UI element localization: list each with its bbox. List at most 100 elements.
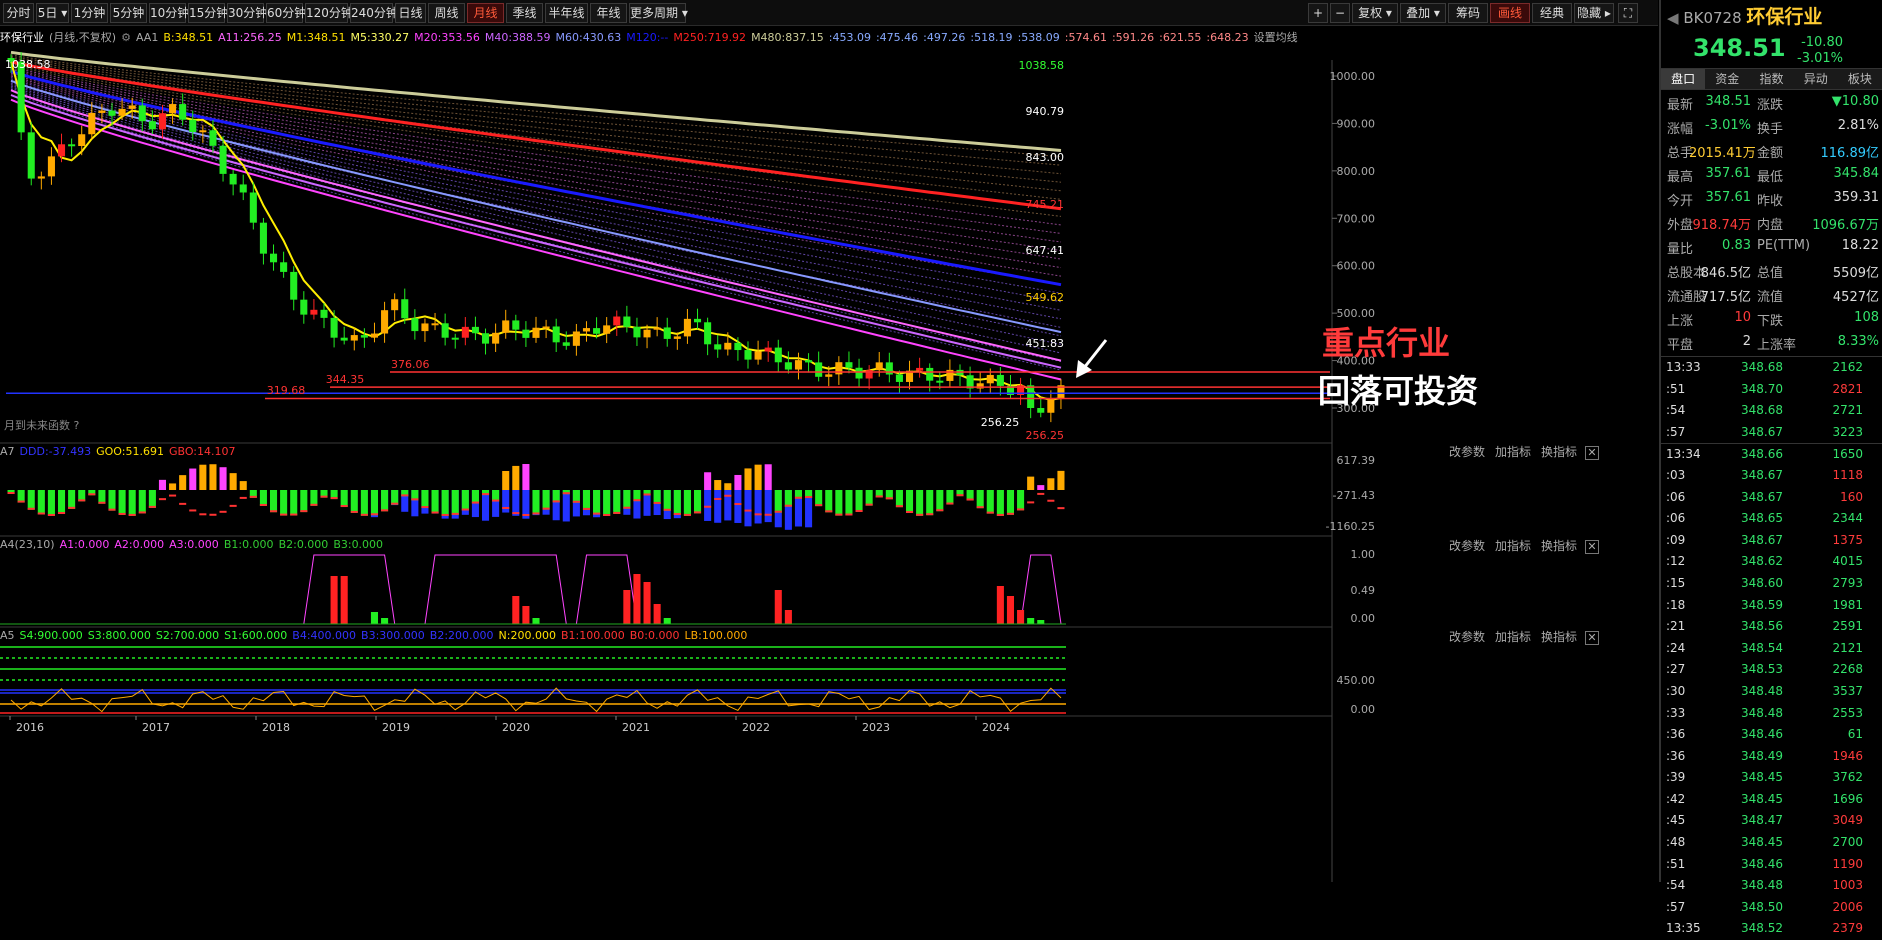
a4-legend: A4(23,10) A1:0.000 A2:0.000 A3:0.000 B1:0.00… <box>0 538 393 551</box>
a7-bar <box>996 513 1004 516</box>
period-button-9[interactable]: 240分钟 <box>350 3 398 23</box>
period-button-13[interactable]: 季线 <box>506 3 543 23</box>
period-button-14[interactable]: 半年线 <box>545 3 588 23</box>
quote-value: 2 <box>1742 334 1751 349</box>
period-button-15[interactable]: 年线 <box>590 3 627 23</box>
toolbar-button-3[interactable]: 画线 <box>1490 3 1530 23</box>
tick-time: 13:35 <box>1666 921 1701 936</box>
candle-body <box>57 144 66 157</box>
period-button-6[interactable]: 30分钟 <box>227 3 267 23</box>
legend-indicator[interactable]: AA1 <box>136 31 158 44</box>
a4-params-button[interactable]: 改参数 <box>1449 539 1485 553</box>
panel-tab-4[interactable]: 板块 <box>1838 69 1882 89</box>
quote-value: 2015.41万 <box>1689 146 1756 161</box>
panel-tab-2[interactable]: 指数 <box>1749 69 1793 89</box>
candle-body <box>209 130 217 146</box>
a7-swap-button[interactable]: 换指标 <box>1541 445 1577 459</box>
period-button-2[interactable]: 1分钟 <box>71 3 108 23</box>
a7-bar <box>734 474 742 490</box>
zoom-in-icon[interactable]: + <box>1308 3 1328 23</box>
tick-price: 348.67 <box>1741 489 1783 504</box>
period-button-5[interactable]: 15分钟 <box>188 3 228 23</box>
period-button-3[interactable]: 5分钟 <box>110 3 147 23</box>
a7-bar <box>37 490 45 515</box>
legend-gear-icon[interactable]: ⚙ <box>121 31 131 44</box>
period-button-8[interactable]: 120分钟 <box>305 3 353 23</box>
a4-add-button[interactable]: 加指标 <box>1495 539 1531 553</box>
toolbar-button-2[interactable]: 筹码 <box>1448 3 1488 23</box>
period-button-4[interactable]: 10分钟 <box>149 3 189 23</box>
a7-bar <box>976 490 984 509</box>
a7-params-button[interactable]: 改参数 <box>1449 445 1485 459</box>
a4-swap-button[interactable]: 换指标 <box>1541 539 1577 553</box>
period-button-12[interactable]: 月线 <box>467 3 504 23</box>
quote-value: 348.51 <box>1705 94 1752 109</box>
a7-bar <box>118 490 126 515</box>
a7-add-button[interactable]: 加指标 <box>1495 445 1531 459</box>
period-button-7[interactable]: 60分钟 <box>266 3 306 23</box>
candle-body <box>502 320 510 333</box>
quote-row: 量比 0.83 PE(TTM) 18.22 <box>1661 234 1882 258</box>
y-tick-label: 1000.00 <box>1330 70 1376 83</box>
a7-bar <box>693 511 702 514</box>
a4-controls: 改参数 加指标 换指标 ✕ <box>1439 537 1599 554</box>
tick-time: :33 <box>1666 705 1686 720</box>
toolbar-button-4[interactable]: 经典 <box>1532 3 1572 23</box>
a5-swap-button[interactable]: 换指标 <box>1541 630 1577 644</box>
period-button-10[interactable]: 日线 <box>395 3 426 23</box>
prev-arrow-icon[interactable]: ◀ <box>1667 9 1679 27</box>
a5-close-icon[interactable]: ✕ <box>1585 631 1599 645</box>
candle-body <box>693 318 702 323</box>
a4-y-label: 1.00 <box>1351 548 1376 561</box>
candle-body <box>774 347 782 363</box>
y-tick-label: 600.00 <box>1337 260 1376 273</box>
fullscreen-icon[interactable]: ⛶ <box>1618 3 1638 23</box>
tick-row: :51 348.70 2821 <box>1661 379 1882 401</box>
candle-body <box>17 61 25 133</box>
y-tick-label: 900.00 <box>1337 117 1376 130</box>
panel-tab-0[interactable]: 盘口 <box>1661 69 1706 89</box>
a7-bar <box>47 490 55 516</box>
tick-price: 348.54 <box>1741 640 1783 655</box>
candle-body <box>986 374 994 384</box>
tick-row: :27 348.53 2268 <box>1661 659 1882 681</box>
a4-close-icon[interactable]: ✕ <box>1585 540 1599 554</box>
a7-bar <box>774 510 782 513</box>
period-button-0[interactable]: 分时 <box>3 3 34 23</box>
toolbar-button-1[interactable]: 叠加 ▾ <box>1400 3 1446 23</box>
panel-tab-1[interactable]: 资金 <box>1705 69 1749 89</box>
candle-body <box>815 362 823 377</box>
zoom-out-icon[interactable]: − <box>1330 3 1350 23</box>
toolbar-button-5[interactable]: 隐藏 ▸ <box>1574 3 1614 23</box>
panel-tab-3[interactable]: 异动 <box>1794 69 1838 89</box>
a7-bar <box>956 494 964 497</box>
a7-bar <box>936 490 944 512</box>
tick-price: 348.49 <box>1741 748 1783 763</box>
a5-items-10: LB:100.000 <box>684 629 748 642</box>
toolbar-button-0[interactable]: 复权 ▾ <box>1352 3 1398 23</box>
period-button-16[interactable]: 更多周期 ▾ <box>629 3 688 23</box>
tick-time: :03 <box>1666 467 1686 482</box>
a5-params-button[interactable]: 改参数 <box>1449 630 1485 644</box>
candle-body <box>441 323 449 338</box>
period-button-11[interactable]: 周线 <box>428 3 465 23</box>
a5-add-button[interactable]: 加指标 <box>1495 630 1531 644</box>
a7-bar <box>451 512 459 515</box>
a7-bar <box>1037 485 1045 490</box>
tick-list[interactable]: 13:33 348.68 2162:51 348.70 2821:54 348.68 272… <box>1661 356 1882 940</box>
kline-chart[interactable]: 1000.00900.00800.00700.00600.00500.00400… <box>0 44 1380 882</box>
tick-volume: 2793 <box>1832 575 1863 590</box>
a5-items-6: B2:200.000 <box>429 629 494 642</box>
candle-body <box>764 347 772 352</box>
a5-y-label: 0.00 <box>1351 703 1376 716</box>
legend-items-17: :621.55 <box>1159 31 1202 44</box>
a4-items-4: B2:0.000 <box>278 538 329 551</box>
a5-items-0: S4:900.000 <box>19 629 83 642</box>
a7-close-icon[interactable]: ✕ <box>1585 446 1599 460</box>
tick-volume: 2121 <box>1832 640 1863 655</box>
legend-items-16: :591.26 <box>1111 31 1155 44</box>
period-button-1[interactable]: 5日 ▾ <box>36 3 69 23</box>
candle-body <box>936 380 944 383</box>
a7-bar <box>1006 512 1015 515</box>
quote-label: 涨跌 <box>1757 98 1784 113</box>
